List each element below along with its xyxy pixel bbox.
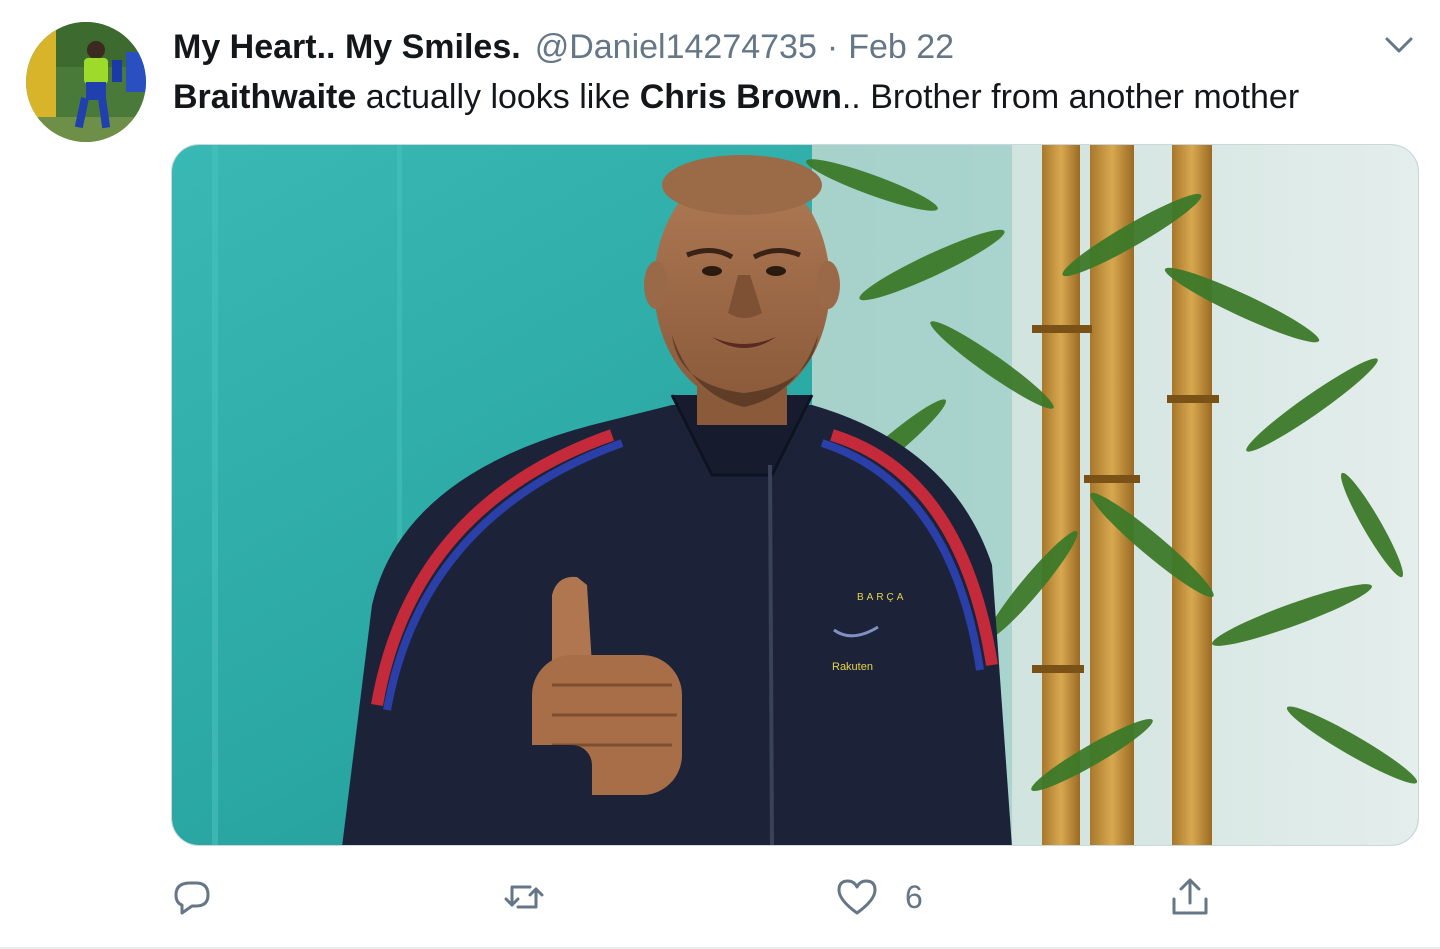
tweet-text-segment: .. Brother from another mother (841, 78, 1300, 116)
tweet-date[interactable]: Feb 22 (848, 24, 954, 70)
user-handle[interactable]: @Daniel14274735 (535, 24, 817, 70)
user-avatar[interactable] (26, 22, 146, 142)
retweet-button[interactable] (502, 874, 546, 920)
mention-braithwaite[interactable]: Braithwaite (173, 78, 356, 116)
heart-icon (837, 879, 877, 915)
avatar-image (26, 22, 146, 142)
share-button[interactable] (1168, 874, 1212, 920)
mention-chris-brown[interactable]: Chris Brown (640, 78, 842, 116)
share-icon (1172, 878, 1208, 915)
tweet-actions: 6 (0, 862, 1440, 932)
jacket-logo-text: BARÇA (857, 592, 906, 603)
reply-button[interactable] (170, 874, 214, 920)
tweet-header: My Heart.. My Smiles. @Daniel14274735 · … (173, 24, 954, 70)
more-options-chevron-down-icon[interactable] (1382, 28, 1416, 62)
tweet-card[interactable]: My Heart.. My Smiles. @Daniel14274735 · … (0, 0, 1440, 949)
photo-image: BARÇA Rakuten (172, 145, 1418, 845)
like-count: 6 (905, 878, 923, 915)
tweet-photo[interactable]: BARÇA Rakuten (171, 144, 1419, 846)
retweet-icon (504, 885, 544, 909)
jacket-sponsor-text: Rakuten (832, 661, 873, 673)
display-name[interactable]: My Heart.. My Smiles. (173, 24, 521, 70)
reply-icon (174, 881, 210, 915)
tweet-text: Braithwaite actually looks like Chris Br… (173, 74, 1413, 120)
like-button[interactable]: 6 (835, 874, 923, 920)
header-separator: · (826, 28, 839, 66)
tweet-text-segment: actually looks like (356, 78, 640, 116)
